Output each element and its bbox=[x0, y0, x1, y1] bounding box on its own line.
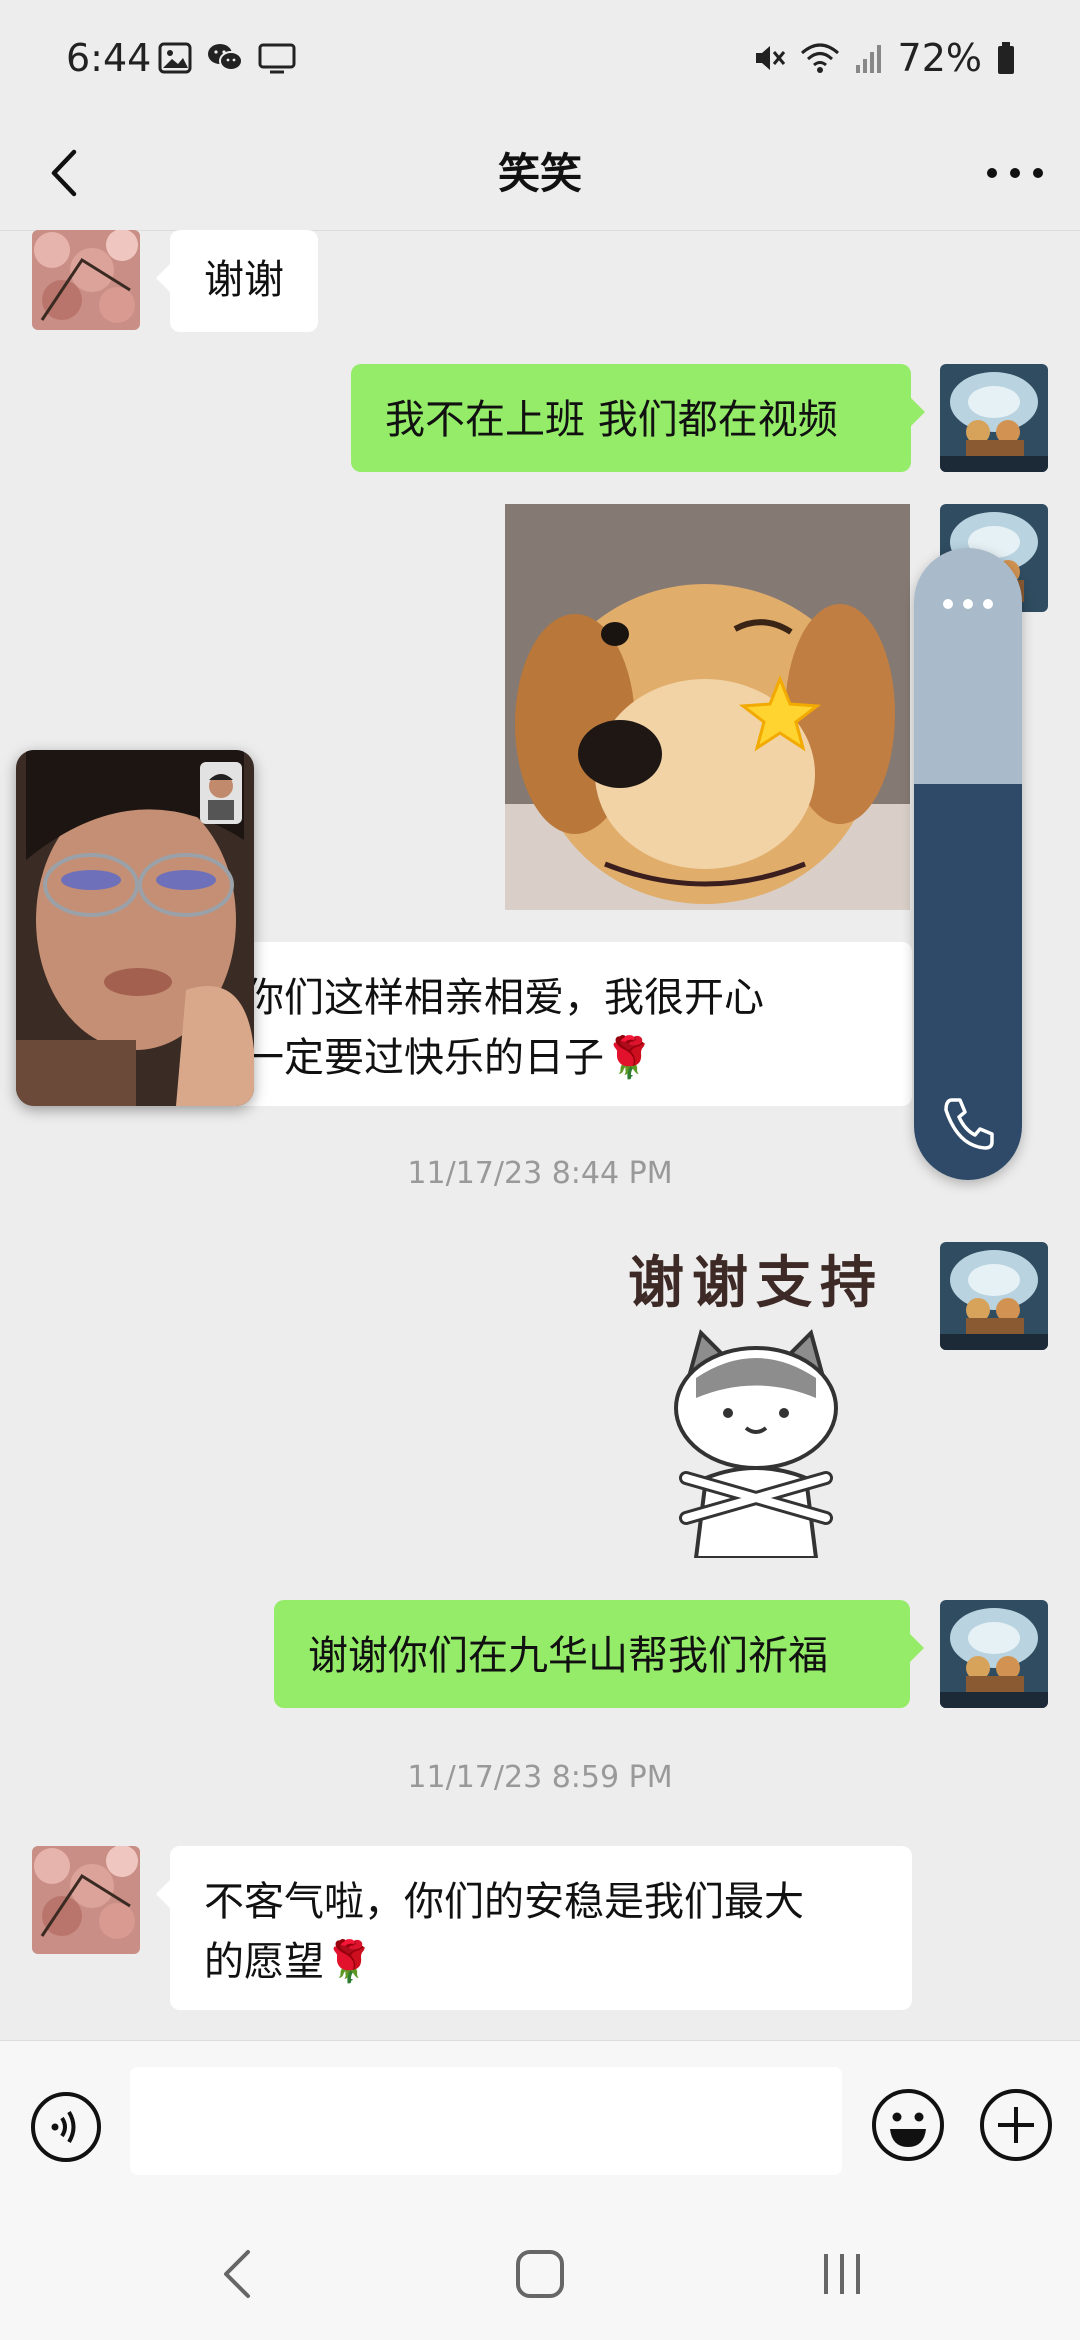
more-options-icon[interactable] bbox=[938, 592, 998, 616]
sticker-text: 谢谢支持 bbox=[628, 1251, 884, 1316]
more-icon[interactable] bbox=[980, 138, 1050, 208]
message-text-line: ，一定要过快乐的日子🌹 bbox=[204, 1035, 654, 1081]
emoji-icon[interactable] bbox=[870, 2087, 946, 2163]
phone-icon[interactable] bbox=[938, 1094, 998, 1154]
chat-header: 笑笑 bbox=[0, 120, 1080, 231]
call-panel-bottom[interactable] bbox=[914, 784, 1022, 1180]
message-bubble-outgoing[interactable]: 谢谢你们在九华山帮我们祈福 bbox=[274, 1600, 924, 1708]
contact-avatar[interactable] bbox=[32, 230, 140, 330]
timestamp: 11/17/23 8:59 PM bbox=[407, 1760, 673, 1795]
nav-back-icon[interactable] bbox=[210, 2244, 266, 2304]
call-panel-top[interactable] bbox=[914, 548, 1022, 784]
chat-title: 笑笑 bbox=[497, 149, 582, 198]
self-avatar[interactable] bbox=[940, 1242, 1048, 1350]
message-text: 我不在上班 我们都在视频 bbox=[385, 397, 838, 443]
message-text-line: 不客气啦，你们的安稳是我们最大 bbox=[204, 1879, 804, 1925]
message-text-line: 见你们这样相亲相爱，我很开心 bbox=[204, 975, 764, 1021]
system-nav-bar bbox=[0, 2210, 1080, 2340]
message-bubble-incoming[interactable]: 见你们这样相亲相爱，我很开心 ，一定要过快乐的日子🌹 bbox=[156, 942, 912, 1106]
wifi-icon bbox=[800, 43, 839, 73]
status-time: 6:44 bbox=[66, 36, 152, 80]
message-text: 谢谢 bbox=[204, 257, 284, 303]
gallery-icon bbox=[158, 42, 192, 74]
dog-sticker-image[interactable] bbox=[505, 504, 910, 910]
signal-icon bbox=[855, 45, 881, 73]
mute-icon bbox=[755, 46, 785, 70]
cast-icon bbox=[258, 43, 296, 74]
floating-video-window[interactable] bbox=[16, 750, 254, 1106]
status-bar: 6:44 72% bbox=[0, 0, 1080, 120]
message-bubble-incoming[interactable]: 不客气啦，你们的安稳是我们最大 的愿望🌹 bbox=[156, 1846, 912, 2010]
message-text-line: 的愿望🌹 bbox=[204, 1939, 374, 1985]
message-text: 谢谢你们在九华山帮我们祈福 bbox=[308, 1633, 828, 1679]
voice-input-icon[interactable] bbox=[30, 2091, 102, 2163]
call-control-panel[interactable] bbox=[914, 548, 1022, 1180]
message-bubble-outgoing[interactable]: 我不在上班 我们都在视频 bbox=[351, 364, 925, 472]
message-input[interactable] bbox=[130, 2067, 842, 2175]
battery-icon bbox=[998, 42, 1014, 74]
battery-percent: 72% bbox=[897, 36, 982, 80]
plus-icon[interactable] bbox=[978, 2087, 1054, 2163]
contact-avatar[interactable] bbox=[32, 1846, 140, 1954]
cat-sticker[interactable]: 谢谢支持 bbox=[596, 1238, 910, 1568]
nav-recents-icon[interactable] bbox=[812, 2244, 872, 2304]
wechat-icon bbox=[208, 44, 243, 71]
self-avatar[interactable] bbox=[940, 364, 1048, 472]
message-bubble-incoming[interactable]: 谢谢 bbox=[156, 230, 318, 332]
nav-home-icon[interactable] bbox=[510, 2244, 570, 2304]
self-avatar[interactable] bbox=[940, 1600, 1048, 1708]
input-bar bbox=[0, 2040, 1080, 2211]
